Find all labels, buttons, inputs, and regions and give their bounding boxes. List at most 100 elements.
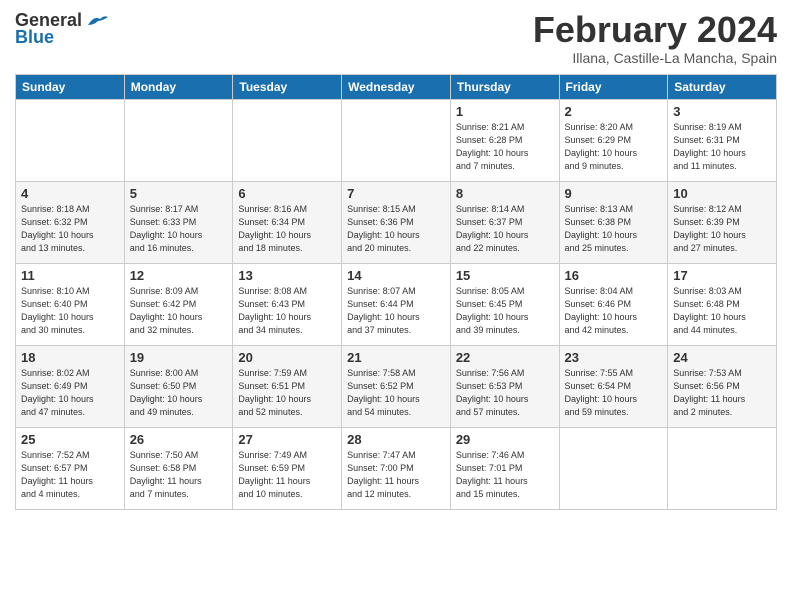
day-number: 23 <box>565 350 663 365</box>
day-header-monday: Monday <box>124 74 233 99</box>
day-number: 22 <box>456 350 554 365</box>
calendar-cell: 21 Sunrise: 7:58 AM Sunset: 6:52 PM Dayli… <box>342 345 451 427</box>
day-number: 19 <box>130 350 228 365</box>
week-row-2: 4 Sunrise: 8:18 AM Sunset: 6:32 PM Daylig… <box>16 181 777 263</box>
calendar-cell: 8 Sunrise: 8:14 AM Sunset: 6:37 PM Daylig… <box>450 181 559 263</box>
day-number: 10 <box>673 186 771 201</box>
month-title: February 2024 <box>533 10 777 50</box>
day-info: Sunrise: 8:21 AM Sunset: 6:28 PM Dayligh… <box>456 121 554 173</box>
day-info: Sunrise: 7:53 AM Sunset: 6:56 PM Dayligh… <box>673 367 771 419</box>
calendar-cell: 25 Sunrise: 7:52 AM Sunset: 6:57 PM Dayli… <box>16 427 125 509</box>
day-number: 8 <box>456 186 554 201</box>
week-row-3: 11 Sunrise: 8:10 AM Sunset: 6:40 PM Dayli… <box>16 263 777 345</box>
day-info: Sunrise: 8:08 AM Sunset: 6:43 PM Dayligh… <box>238 285 336 337</box>
day-info: Sunrise: 8:18 AM Sunset: 6:32 PM Dayligh… <box>21 203 119 255</box>
day-info: Sunrise: 7:58 AM Sunset: 6:52 PM Dayligh… <box>347 367 445 419</box>
calendar-cell: 3 Sunrise: 8:19 AM Sunset: 6:31 PM Daylig… <box>668 99 777 181</box>
day-info: Sunrise: 7:49 AM Sunset: 6:59 PM Dayligh… <box>238 449 336 501</box>
day-number: 7 <box>347 186 445 201</box>
day-info: Sunrise: 7:59 AM Sunset: 6:51 PM Dayligh… <box>238 367 336 419</box>
calendar-cell: 4 Sunrise: 8:18 AM Sunset: 6:32 PM Daylig… <box>16 181 125 263</box>
day-info: Sunrise: 8:05 AM Sunset: 6:45 PM Dayligh… <box>456 285 554 337</box>
calendar-cell: 15 Sunrise: 8:05 AM Sunset: 6:45 PM Dayli… <box>450 263 559 345</box>
day-info: Sunrise: 8:09 AM Sunset: 6:42 PM Dayligh… <box>130 285 228 337</box>
calendar-table: SundayMondayTuesdayWednesdayThursdayFrid… <box>15 74 777 510</box>
day-number: 29 <box>456 432 554 447</box>
day-header-thursday: Thursday <box>450 74 559 99</box>
calendar-cell: 17 Sunrise: 8:03 AM Sunset: 6:48 PM Dayli… <box>668 263 777 345</box>
day-info: Sunrise: 8:00 AM Sunset: 6:50 PM Dayligh… <box>130 367 228 419</box>
day-info: Sunrise: 7:50 AM Sunset: 6:58 PM Dayligh… <box>130 449 228 501</box>
day-info: Sunrise: 8:07 AM Sunset: 6:44 PM Dayligh… <box>347 285 445 337</box>
day-info: Sunrise: 7:47 AM Sunset: 7:00 PM Dayligh… <box>347 449 445 501</box>
day-number: 4 <box>21 186 119 201</box>
day-info: Sunrise: 8:02 AM Sunset: 6:49 PM Dayligh… <box>21 367 119 419</box>
day-info: Sunrise: 8:15 AM Sunset: 6:36 PM Dayligh… <box>347 203 445 255</box>
day-number: 12 <box>130 268 228 283</box>
day-info: Sunrise: 8:17 AM Sunset: 6:33 PM Dayligh… <box>130 203 228 255</box>
day-number: 3 <box>673 104 771 119</box>
day-number: 26 <box>130 432 228 447</box>
calendar-cell: 24 Sunrise: 7:53 AM Sunset: 6:56 PM Dayli… <box>668 345 777 427</box>
day-number: 21 <box>347 350 445 365</box>
day-header-wednesday: Wednesday <box>342 74 451 99</box>
day-info: Sunrise: 8:13 AM Sunset: 6:38 PM Dayligh… <box>565 203 663 255</box>
day-number: 16 <box>565 268 663 283</box>
day-number: 15 <box>456 268 554 283</box>
day-number: 5 <box>130 186 228 201</box>
day-number: 27 <box>238 432 336 447</box>
calendar-cell <box>124 99 233 181</box>
calendar-cell <box>342 99 451 181</box>
calendar-cell: 23 Sunrise: 7:55 AM Sunset: 6:54 PM Dayli… <box>559 345 668 427</box>
day-info: Sunrise: 7:55 AM Sunset: 6:54 PM Dayligh… <box>565 367 663 419</box>
day-info: Sunrise: 8:10 AM Sunset: 6:40 PM Dayligh… <box>21 285 119 337</box>
day-number: 2 <box>565 104 663 119</box>
day-number: 28 <box>347 432 445 447</box>
day-info: Sunrise: 7:46 AM Sunset: 7:01 PM Dayligh… <box>456 449 554 501</box>
calendar-cell: 29 Sunrise: 7:46 AM Sunset: 7:01 PM Dayli… <box>450 427 559 509</box>
day-number: 6 <box>238 186 336 201</box>
calendar-cell: 22 Sunrise: 7:56 AM Sunset: 6:53 PM Dayli… <box>450 345 559 427</box>
calendar-cell: 1Sunrise: 8:21 AM Sunset: 6:28 PM Daylig… <box>450 99 559 181</box>
day-number: 13 <box>238 268 336 283</box>
day-info: Sunrise: 8:16 AM Sunset: 6:34 PM Dayligh… <box>238 203 336 255</box>
calendar-cell: 5 Sunrise: 8:17 AM Sunset: 6:33 PM Daylig… <box>124 181 233 263</box>
logo-blue-text: Blue <box>15 27 54 48</box>
calendar-cell: 13 Sunrise: 8:08 AM Sunset: 6:43 PM Dayli… <box>233 263 342 345</box>
calendar-cell: 2 Sunrise: 8:20 AM Sunset: 6:29 PM Daylig… <box>559 99 668 181</box>
calendar-cell <box>559 427 668 509</box>
week-row-4: 18Sunrise: 8:02 AM Sunset: 6:49 PM Dayli… <box>16 345 777 427</box>
calendar-cell: 6 Sunrise: 8:16 AM Sunset: 6:34 PM Daylig… <box>233 181 342 263</box>
calendar-cell: 14 Sunrise: 8:07 AM Sunset: 6:44 PM Dayli… <box>342 263 451 345</box>
day-header-friday: Friday <box>559 74 668 99</box>
calendar-cell: 12 Sunrise: 8:09 AM Sunset: 6:42 PM Dayli… <box>124 263 233 345</box>
day-info: Sunrise: 8:19 AM Sunset: 6:31 PM Dayligh… <box>673 121 771 173</box>
page: General Blue February 2024 Illana, Casti… <box>0 0 792 612</box>
logo: General Blue <box>15 10 108 48</box>
day-info: Sunrise: 8:03 AM Sunset: 6:48 PM Dayligh… <box>673 285 771 337</box>
day-number: 20 <box>238 350 336 365</box>
calendar-cell: 20 Sunrise: 7:59 AM Sunset: 6:51 PM Dayli… <box>233 345 342 427</box>
day-info: Sunrise: 7:52 AM Sunset: 6:57 PM Dayligh… <box>21 449 119 501</box>
calendar-cell: 11 Sunrise: 8:10 AM Sunset: 6:40 PM Dayli… <box>16 263 125 345</box>
day-header-sunday: Sunday <box>16 74 125 99</box>
day-number: 17 <box>673 268 771 283</box>
day-number: 25 <box>21 432 119 447</box>
day-info: Sunrise: 8:12 AM Sunset: 6:39 PM Dayligh… <box>673 203 771 255</box>
calendar-cell: 16 Sunrise: 8:04 AM Sunset: 6:46 PM Dayli… <box>559 263 668 345</box>
header-row: SundayMondayTuesdayWednesdayThursdayFrid… <box>16 74 777 99</box>
day-number: 11 <box>21 268 119 283</box>
calendar-cell: 19 Sunrise: 8:00 AM Sunset: 6:50 PM Dayli… <box>124 345 233 427</box>
day-info: Sunrise: 7:56 AM Sunset: 6:53 PM Dayligh… <box>456 367 554 419</box>
day-number: 14 <box>347 268 445 283</box>
day-info: Sunrise: 8:20 AM Sunset: 6:29 PM Dayligh… <box>565 121 663 173</box>
logo-bird-icon <box>86 13 108 29</box>
calendar-cell <box>16 99 125 181</box>
calendar-cell: 26 Sunrise: 7:50 AM Sunset: 6:58 PM Dayli… <box>124 427 233 509</box>
calendar-cell <box>233 99 342 181</box>
day-info: Sunrise: 8:14 AM Sunset: 6:37 PM Dayligh… <box>456 203 554 255</box>
day-info: Sunrise: 8:04 AM Sunset: 6:46 PM Dayligh… <box>565 285 663 337</box>
day-number: 24 <box>673 350 771 365</box>
location-subtitle: Illana, Castille-La Mancha, Spain <box>533 50 777 66</box>
week-row-5: 25 Sunrise: 7:52 AM Sunset: 6:57 PM Dayli… <box>16 427 777 509</box>
